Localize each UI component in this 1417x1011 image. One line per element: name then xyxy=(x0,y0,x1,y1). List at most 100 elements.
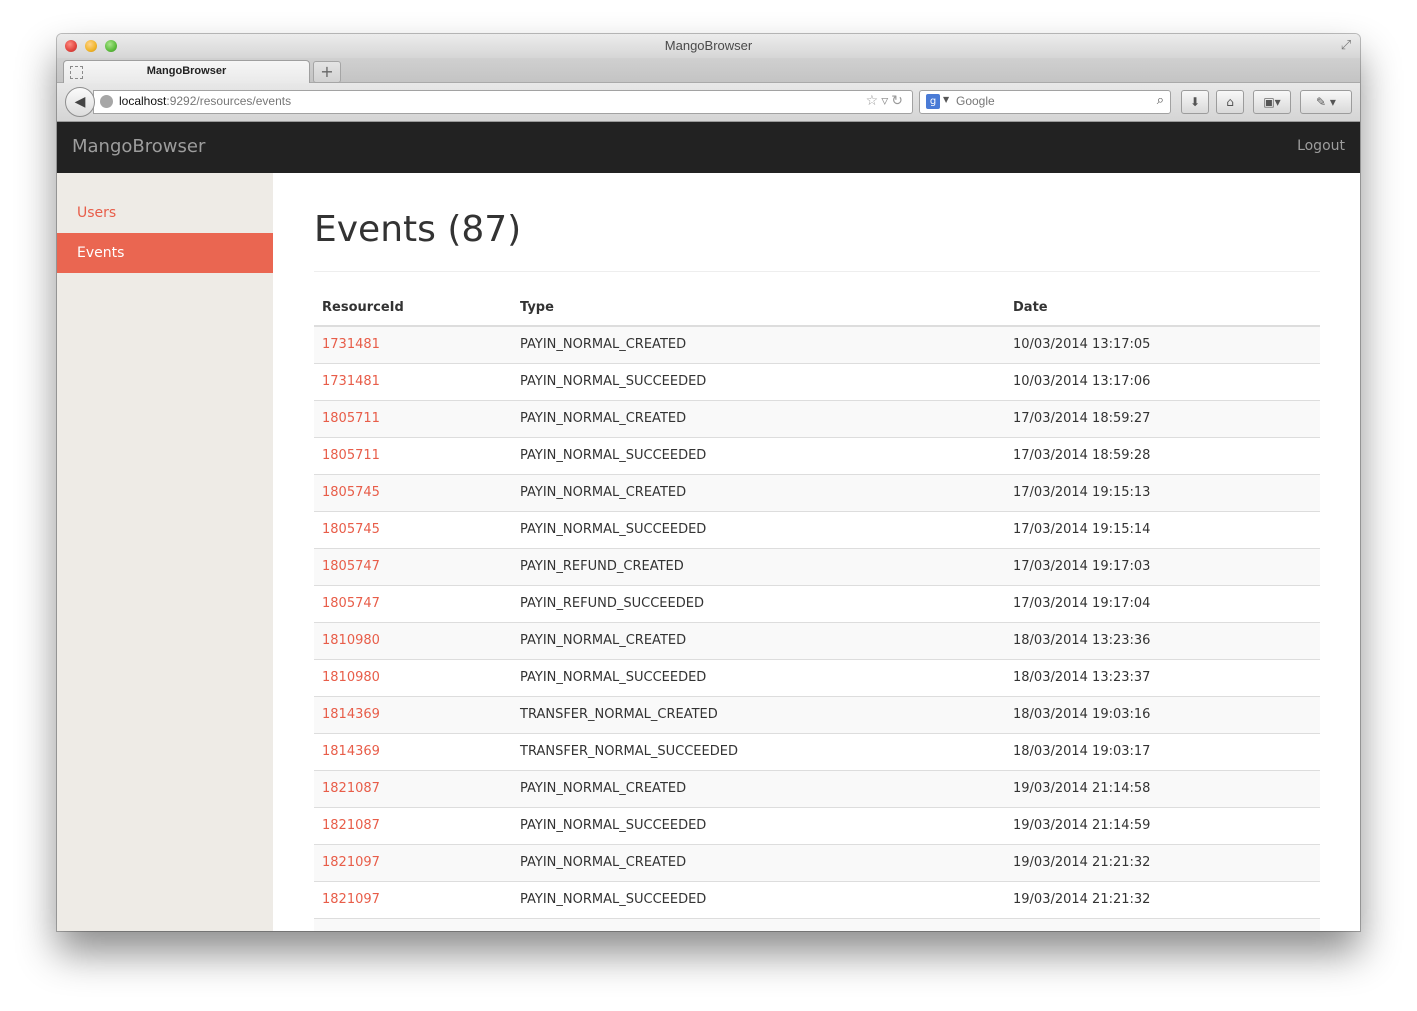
event-date-cell: 17/03/2014 18:59:27 xyxy=(1005,399,1320,437)
event-date-cell: 17/03/2014 19:17:04 xyxy=(1005,584,1320,622)
resource-id-link[interactable]: 1810980 xyxy=(322,633,380,648)
table-row: 1805711 PAYIN_NORMAL_SUCCEEDED 17/03/2014 … xyxy=(314,436,1320,474)
resource-id-cell: 1821087 xyxy=(314,769,512,807)
resource-id-link[interactable]: 1814369 xyxy=(322,707,380,722)
back-arrow-icon: ◀ xyxy=(74,94,86,110)
table-row: 1814369 TRANSFER_NORMAL_CREATED 18/03/2014… xyxy=(314,695,1320,733)
event-date-cell: 17/03/2014 19:15:13 xyxy=(1005,473,1320,511)
resource-id-cell: 1805711 xyxy=(314,436,512,474)
bookmarks-button[interactable]: ▣▾ xyxy=(1253,90,1291,114)
resource-id-link[interactable]: 1805711 xyxy=(322,411,380,426)
resource-id-link[interactable]: 1821087 xyxy=(322,781,380,796)
resource-id-link[interactable]: 1805711 xyxy=(322,448,380,463)
bookmark-star-icon[interactable]: ☆ xyxy=(866,93,882,109)
table-row: 1810980 PAYIN_NORMAL_CREATED 18/03/2014 13… xyxy=(314,621,1320,659)
event-type-cell: PAYIN_NORMAL_SUCCEEDED xyxy=(512,880,1005,918)
event-type-cell: PAYIN_NORMAL_CREATED xyxy=(512,843,1005,881)
event-type-cell: PAYIN_NORMAL_CREATED xyxy=(512,769,1005,807)
resource-id-cell: 1810980 xyxy=(314,658,512,696)
browser-tab[interactable]: MangoBrowser xyxy=(63,60,310,84)
download-button[interactable]: ⬇ xyxy=(1181,90,1209,114)
resource-id-cell: 1805747 xyxy=(314,584,512,622)
addons-icon: ✎ ▾ xyxy=(1316,95,1336,109)
sidebar: Users Events xyxy=(57,173,273,931)
page-title: Events (87) xyxy=(314,209,522,250)
sidebar-item-users[interactable]: Users xyxy=(57,193,273,233)
title-divider xyxy=(314,271,1320,272)
column-header-date[interactable]: Date xyxy=(1005,290,1320,327)
search-engine-caret-icon[interactable]: ▼ xyxy=(943,95,949,104)
event-date-cell: 10/03/2014 13:17:06 xyxy=(1005,362,1320,400)
event-date-cell: 19/03/2014 21:14:58 xyxy=(1005,769,1320,807)
resource-id-cell: 1731481 xyxy=(314,325,512,363)
logout-link[interactable]: Logout xyxy=(1297,138,1345,154)
brand-logo[interactable]: MangoBrowser xyxy=(72,136,205,157)
search-icon[interactable]: ⌕ xyxy=(1157,93,1164,108)
table-row: 1805747 PAYIN_REFUND_CREATED 17/03/2014 19… xyxy=(314,547,1320,585)
tab-title: MangoBrowser xyxy=(146,65,227,77)
table-row: 1805745 PAYIN_NORMAL_CREATED 17/03/2014 19… xyxy=(314,473,1320,511)
tab-strip: MangoBrowser + xyxy=(57,58,1360,84)
resource-id-cell: 1805711 xyxy=(314,399,512,437)
resource-id-cell: 1805747 xyxy=(314,547,512,585)
download-icon: ⬇ xyxy=(1189,95,1201,109)
table-row: 1731481 PAYIN_NORMAL_CREATED 10/03/2014 13… xyxy=(314,325,1320,363)
column-header-resourceid[interactable]: ResourceId xyxy=(314,290,512,327)
url-bar-icons: ☆▿↻ xyxy=(866,93,906,109)
url-text[interactable]: localhost:9292/resources/events xyxy=(119,94,291,108)
event-type-cell: PAYIN_REFUND_CREATED xyxy=(512,547,1005,585)
event-date-cell: 19/03/2014 21:21:32 xyxy=(1005,843,1320,881)
event-date-cell: 19/03/2014 21:21:32 xyxy=(1005,880,1320,918)
table-row: 1805711 PAYIN_NORMAL_CREATED 17/03/2014 18… xyxy=(314,399,1320,437)
search-input[interactable]: Google xyxy=(956,94,995,108)
event-date-cell: 18/03/2014 13:23:36 xyxy=(1005,621,1320,659)
fullscreen-icon[interactable]: ⤢ xyxy=(1338,38,1354,54)
url-bar[interactable]: localhost:9292/resources/events ☆▿↻ xyxy=(93,90,913,114)
event-type-cell: TRANSFER_NORMAL_CREATED xyxy=(512,695,1005,733)
resource-id-link[interactable]: 1805745 xyxy=(322,522,380,537)
table-row: 1821097 PAYIN_NORMAL_SUCCEEDED 19/03/2014 … xyxy=(314,880,1320,918)
resource-id-link[interactable]: 1731481 xyxy=(322,337,380,352)
home-button[interactable]: ⌂ xyxy=(1216,90,1244,114)
event-date-cell: 18/03/2014 13:23:37 xyxy=(1005,658,1320,696)
resource-id-link[interactable]: 1805745 xyxy=(322,485,380,500)
search-engine-icon[interactable]: g xyxy=(926,94,940,109)
resource-id-link[interactable]: 1805747 xyxy=(322,596,380,611)
navigation-toolbar: localhost:9292/resources/events ☆▿↻ ◀ g … xyxy=(57,83,1360,122)
reload-icon[interactable]: ↻ xyxy=(891,93,906,109)
globe-icon xyxy=(100,95,113,108)
url-host: localhost xyxy=(119,94,167,108)
event-date-cell: 18/03/2014 19:03:17 xyxy=(1005,732,1320,770)
event-type-cell: PAYIN_REFUND_SUCCEEDED xyxy=(512,584,1005,622)
resource-id-link[interactable]: 1821087 xyxy=(322,818,380,833)
new-tab-button[interactable]: + xyxy=(313,61,341,83)
resource-id-link[interactable]: 1821097 xyxy=(322,855,380,870)
sidebar-item-events[interactable]: Events xyxy=(57,233,273,273)
dropdown-icon[interactable]: ▿ xyxy=(881,93,891,109)
search-bar[interactable]: g ▼ Google ⌕ xyxy=(919,90,1171,114)
event-date-cell: 19/03/2014 21:14:59 xyxy=(1005,806,1320,844)
table-header-row: ResourceId Type Date xyxy=(314,290,1320,327)
event-type-cell: PAYIN_NORMAL_CREATED xyxy=(512,325,1005,363)
resource-id-link[interactable]: 1810980 xyxy=(322,670,380,685)
resource-id-link[interactable]: 1731481 xyxy=(322,374,380,389)
event-type-cell: PAYIN_NORMAL_CREATED xyxy=(512,473,1005,511)
resource-id-cell: 1814369 xyxy=(314,732,512,770)
addons-button[interactable]: ✎ ▾ xyxy=(1300,90,1352,114)
resource-id-cell: 1814369 xyxy=(314,695,512,733)
event-type-cell: PAYIN_NORMAL_SUCCEEDED xyxy=(512,436,1005,474)
resource-id-link[interactable]: 1821097 xyxy=(322,892,380,907)
resource-id-cell: 1821097 xyxy=(314,880,512,918)
table-row: 1805747 PAYIN_REFUND_SUCCEEDED 17/03/2014 … xyxy=(314,584,1320,622)
resource-id-cell: 1805745 xyxy=(314,473,512,511)
resource-id-link[interactable]: 1805747 xyxy=(322,559,380,574)
column-header-type[interactable]: Type xyxy=(512,290,1005,327)
back-button[interactable]: ◀ xyxy=(65,87,95,117)
event-date-cell: 17/03/2014 18:59:28 xyxy=(1005,436,1320,474)
event-type-cell: PAYIN_NORMAL_SUCCEEDED xyxy=(512,806,1005,844)
event-type-cell: PAYIN_NORMAL_SUCCEEDED xyxy=(512,510,1005,548)
event-date-cell: 17/03/2014 19:15:14 xyxy=(1005,510,1320,548)
url-path: :9292/resources/events xyxy=(166,94,292,108)
resource-id-link[interactable]: 1814369 xyxy=(322,744,380,759)
title-bar: MangoBrowser ⤢ xyxy=(57,34,1360,58)
